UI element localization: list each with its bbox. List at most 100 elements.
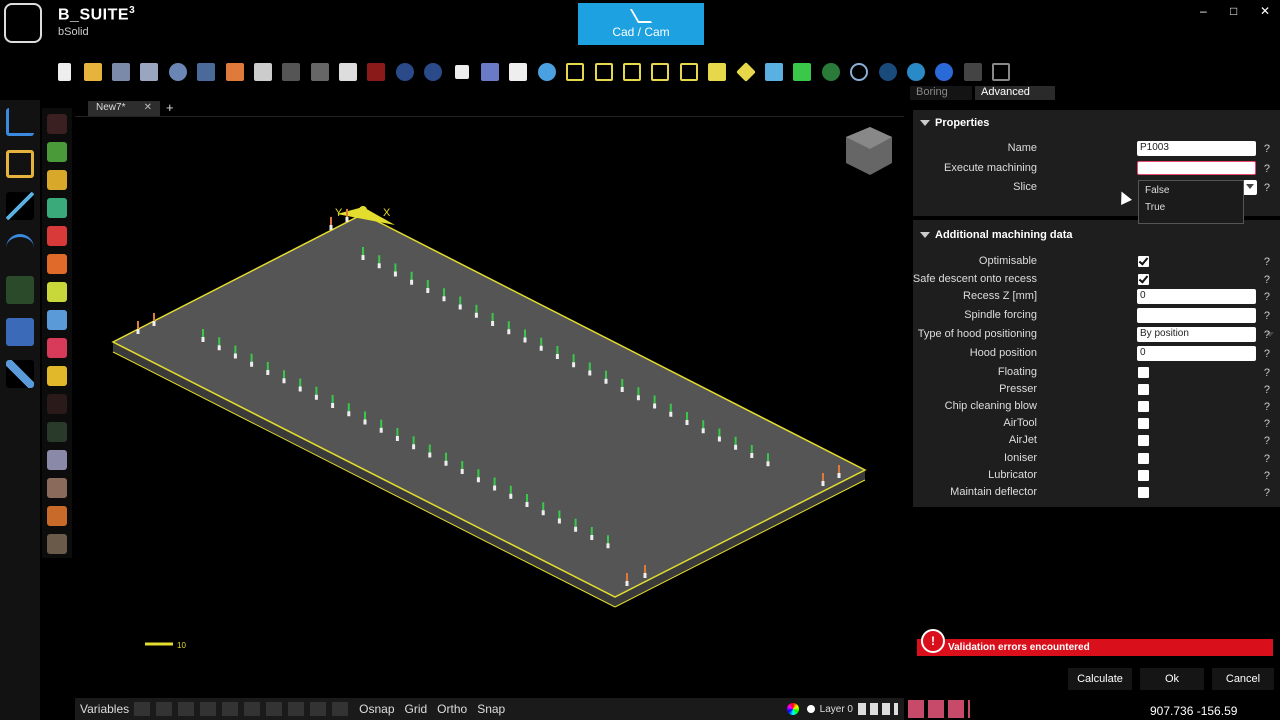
- help-icon[interactable]: ?: [1264, 435, 1270, 447]
- redo-button[interactable]: [419, 58, 447, 86]
- grid-toggle[interactable]: Grid: [400, 702, 433, 716]
- help-icon[interactable]: ?: [1264, 256, 1270, 268]
- checkbox[interactable]: [1138, 487, 1149, 498]
- palette-icon[interactable]: [47, 338, 67, 358]
- ok-button[interactable]: Ok: [1140, 668, 1204, 690]
- additional-header[interactable]: Additional machining data: [913, 224, 1280, 246]
- pivot-button[interactable]: [476, 58, 504, 86]
- save-button[interactable]: [107, 58, 135, 86]
- option-false[interactable]: False: [1139, 181, 1243, 198]
- execute-select[interactable]: [1137, 161, 1256, 175]
- minimize-button[interactable]: –: [1200, 4, 1207, 18]
- gauge-tool-icon[interactable]: [6, 234, 34, 262]
- view-3d-button[interactable]: [760, 58, 788, 86]
- rotate-button[interactable]: [817, 58, 845, 86]
- palette-icon[interactable]: [47, 226, 67, 246]
- cancel-button[interactable]: Cancel: [1212, 668, 1274, 690]
- help-icon[interactable]: ?: [1264, 274, 1270, 286]
- undo-button[interactable]: [391, 58, 419, 86]
- help-icon[interactable]: ?: [1264, 348, 1270, 360]
- palette-icon[interactable]: [47, 198, 67, 218]
- help-icon[interactable]: ?: [1264, 310, 1270, 322]
- palette-icon[interactable]: [47, 310, 67, 330]
- layer-icons[interactable]: [858, 703, 898, 715]
- input-field[interactable]: 0: [1137, 346, 1256, 361]
- view-iso-button[interactable]: [731, 58, 759, 86]
- checkbox[interactable]: [1138, 453, 1149, 464]
- palette-icon[interactable]: [47, 366, 67, 386]
- globe-button[interactable]: [845, 58, 873, 86]
- select-field[interactable]: By position: [1137, 327, 1256, 342]
- misc-status-icons[interactable]: [908, 700, 970, 718]
- move-button[interactable]: [447, 58, 475, 86]
- help-icon[interactable]: ?: [1264, 329, 1270, 341]
- copy-button[interactable]: [306, 58, 334, 86]
- 3d-viewport[interactable]: Y X 10: [75, 116, 904, 696]
- name-input[interactable]: P1003: [1137, 141, 1256, 156]
- palette-icon[interactable]: [47, 422, 67, 442]
- tool-button-a[interactable]: [959, 58, 987, 86]
- help-icon[interactable]: ?: [1264, 384, 1270, 396]
- slice-select[interactable]: [1243, 180, 1257, 195]
- help-icon[interactable]: ?: [1264, 453, 1270, 465]
- checkbox[interactable]: [1138, 274, 1149, 285]
- help-icon[interactable]: ?: [1264, 182, 1270, 194]
- checkbox[interactable]: [1138, 470, 1149, 481]
- palette-icon[interactable]: [47, 282, 67, 302]
- osnap-toggle[interactable]: Osnap: [354, 702, 399, 716]
- tab-advanced[interactable]: Advanced: [975, 86, 1055, 100]
- palette-icon[interactable]: [47, 394, 67, 414]
- snap-icons[interactable]: [134, 702, 355, 716]
- view-top-button[interactable]: [561, 58, 589, 86]
- help-button[interactable]: [930, 58, 958, 86]
- properties-header[interactable]: Properties: [913, 112, 1280, 134]
- help-icon[interactable]: ?: [1264, 143, 1270, 155]
- option-true[interactable]: True: [1139, 198, 1243, 215]
- save-as-button[interactable]: [135, 58, 163, 86]
- export-button[interactable]: [220, 58, 248, 86]
- palette-icon[interactable]: [47, 534, 67, 554]
- transform-tool-icon[interactable]: [6, 150, 34, 178]
- panels-button[interactable]: [987, 58, 1015, 86]
- input-field[interactable]: [1137, 308, 1256, 323]
- snap-toggle[interactable]: Snap: [472, 702, 510, 716]
- palette-icon[interactable]: [47, 506, 67, 526]
- help-icon[interactable]: ?: [1264, 418, 1270, 430]
- shield-tool-icon[interactable]: [6, 318, 34, 346]
- palette-icon[interactable]: [47, 170, 67, 190]
- new-file-button[interactable]: [50, 58, 78, 86]
- sphere-button[interactable]: [873, 58, 901, 86]
- pan-button[interactable]: [504, 58, 532, 86]
- checkbox[interactable]: [1138, 418, 1149, 429]
- paste-button[interactable]: [334, 58, 362, 86]
- add-tab-button[interactable]: +: [166, 100, 174, 115]
- view-right-button[interactable]: [618, 58, 646, 86]
- palette-icon[interactable]: [47, 450, 67, 470]
- cad-cam-mode-button[interactable]: Cad / Cam: [578, 3, 704, 45]
- help-icon[interactable]: ?: [1264, 367, 1270, 379]
- help-icon[interactable]: ?: [1264, 291, 1270, 303]
- view-bottom-button[interactable]: [703, 58, 731, 86]
- drawing-tool-icon[interactable]: [6, 108, 34, 136]
- calculate-button[interactable]: Calculate: [1068, 668, 1132, 690]
- measure-button[interactable]: [788, 58, 816, 86]
- help-icon[interactable]: ?: [1264, 487, 1270, 499]
- palette-icon[interactable]: [47, 142, 67, 162]
- checkbox[interactable]: [1138, 384, 1149, 395]
- palette-icon[interactable]: [47, 254, 67, 274]
- variables-button[interactable]: Variables: [75, 702, 134, 716]
- checkbox[interactable]: [1138, 435, 1149, 446]
- render-button[interactable]: [902, 58, 930, 86]
- measure-tool-icon[interactable]: [6, 192, 34, 220]
- zoom-button[interactable]: [533, 58, 561, 86]
- tools-icon[interactable]: [6, 360, 34, 388]
- import-button[interactable]: [192, 58, 220, 86]
- help-icon[interactable]: ?: [1264, 163, 1270, 175]
- close-tab-icon[interactable]: ✕: [144, 102, 152, 113]
- document-tab[interactable]: New7* ✕: [88, 101, 160, 116]
- checkbox[interactable]: [1138, 367, 1149, 378]
- view-back-button[interactable]: [675, 58, 703, 86]
- cut-button[interactable]: [277, 58, 305, 86]
- open-file-button[interactable]: [78, 58, 106, 86]
- palette-icon[interactable]: [47, 478, 67, 498]
